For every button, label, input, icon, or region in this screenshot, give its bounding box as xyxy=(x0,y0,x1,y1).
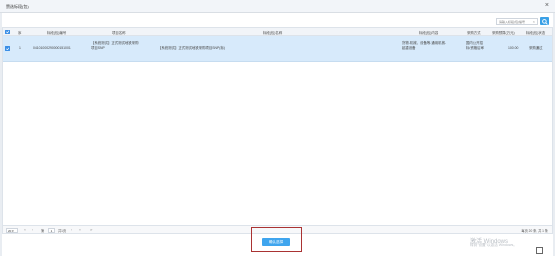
search-box[interactable]: × xyxy=(496,18,538,25)
col-code: 标段(包)编号 xyxy=(47,31,67,35)
page-size-value: 20 xyxy=(8,228,12,233)
dialog-title: 赞选标段(包) xyxy=(6,4,29,9)
search-button[interactable] xyxy=(540,17,549,25)
check-icon xyxy=(5,46,9,50)
close-icon[interactable]: × xyxy=(545,2,549,10)
page-label: 第 xyxy=(41,228,45,233)
col-content: 标段(包)内容 xyxy=(419,31,439,35)
col-status: 标段(包)状态 xyxy=(526,31,546,35)
last-page-button[interactable]: » xyxy=(79,228,81,232)
row-method: 国内公开招标/资格后审 xyxy=(466,41,484,50)
check-icon xyxy=(5,30,9,34)
col-package-name: 标段(包)名称 xyxy=(263,31,283,35)
page-number-input[interactable]: 1 xyxy=(48,227,55,233)
row-index: 1 xyxy=(19,46,21,50)
row-status: 采购通过 xyxy=(529,46,543,50)
pager-summary: 每页 20 条, 共 1 条 xyxy=(521,229,548,233)
refresh-icon[interactable]: ⟳ xyxy=(90,228,93,232)
dialog-titlebar: 赞选标段(包) × xyxy=(0,0,555,13)
table-header: 序 标段(包)编号 项目名称 标段(包)名称 标段(包)内容 采购方式 采购预算… xyxy=(3,28,552,36)
row-package-name-tag: (标) xyxy=(219,46,225,50)
row-project-name: 【系统测试】正式测试地铁采购项目SNP xyxy=(91,41,139,50)
first-page-button[interactable]: « xyxy=(24,228,26,232)
col-budget: 采购预算(万元) xyxy=(492,31,515,35)
col-method: 采购方式 xyxy=(467,31,481,35)
total-pages: 共1页 xyxy=(58,228,67,233)
row-checkbox[interactable] xyxy=(5,46,10,51)
row-package-name: 【系统测试】正式测试地铁采购项目SNP(标) xyxy=(158,46,225,51)
row-package-name-text: 【系统测试】正式测试地铁采购项目SNP xyxy=(158,46,220,50)
search-input[interactable] xyxy=(497,19,531,24)
row-budget: 100.00 xyxy=(508,46,519,50)
toolbar: × xyxy=(2,13,553,27)
page-size-select[interactable]: 20 ▾ xyxy=(6,227,18,233)
resize-corner-icon xyxy=(536,247,543,254)
select-all-checkbox[interactable] xyxy=(5,29,10,34)
table-row[interactable]: 1 04101000290000151001 【系统测试】正式测试地铁采购项目S… xyxy=(3,36,552,62)
prev-page-button[interactable]: ‹ xyxy=(32,228,33,232)
next-page-button[interactable]: › xyxy=(71,228,72,232)
search-icon xyxy=(541,18,548,25)
row-content: 货物-机械、设备等-通用机械-起重设备 xyxy=(402,41,447,50)
windows-watermark-hint: 转到"设置"以激活 Windows。 xyxy=(470,243,517,247)
col-index: 序 xyxy=(18,31,22,35)
clear-icon[interactable]: × xyxy=(533,19,535,24)
confirm-selection-button[interactable]: 确认选择 xyxy=(262,238,290,246)
col-project-name: 项目名称 xyxy=(112,31,126,35)
package-table: 序 标段(包)编号 项目名称 标段(包)名称 标段(包)内容 采购方式 采购预算… xyxy=(2,27,553,225)
row-code: 04101000290000151001 xyxy=(33,46,71,50)
